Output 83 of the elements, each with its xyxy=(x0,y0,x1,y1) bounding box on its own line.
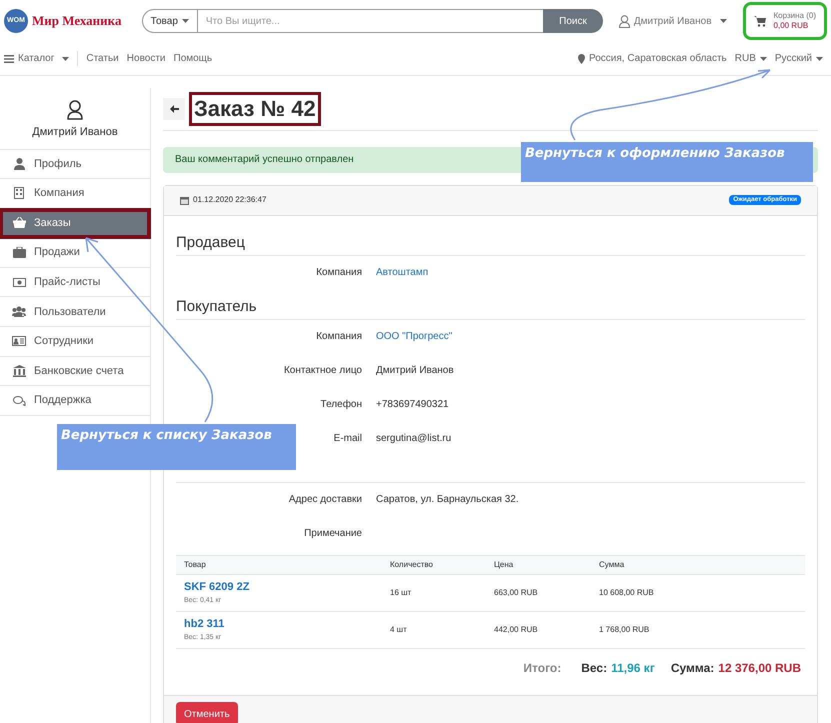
search-field[interactable]: Что Вы ищите... xyxy=(198,9,544,33)
cancel-button[interactable]: Отменить xyxy=(176,702,238,723)
field-value: Саратов, ул. Барнаульская 32. xyxy=(376,493,519,507)
field-label: Адрес доставки xyxy=(288,494,362,505)
field-link[interactable]: Автоштамп xyxy=(376,265,428,280)
caret-icon xyxy=(720,19,727,23)
annotation-callout: Вернуться к оформлению Заказов xyxy=(521,142,813,182)
field-value: +783697490321 xyxy=(376,398,449,412)
nav-link[interactable]: Статьи xyxy=(86,51,119,66)
table-cell: 663,00 RUB xyxy=(494,588,538,596)
table-cell: 1 768,00 RUB xyxy=(599,624,650,634)
field-label: Компания xyxy=(316,331,362,342)
logo-text: Мир Механика xyxy=(32,12,122,30)
field-link[interactable]: ООО "Прогресс" xyxy=(376,329,452,344)
nav-link[interactable]: Помощь xyxy=(174,51,212,66)
table-cell: 16 шт xyxy=(390,588,412,596)
caret-icon xyxy=(182,19,189,23)
field-value: Дмитрий Иванов xyxy=(376,364,454,378)
user-menu[interactable]: Дмитрий Иванов xyxy=(618,14,727,28)
back-button[interactable] xyxy=(163,98,185,120)
id-card-icon xyxy=(12,336,26,346)
chat-icon xyxy=(12,396,26,406)
building-icon xyxy=(14,187,24,200)
sidebar-item[interactable]: Поддержка xyxy=(0,386,150,416)
banknote-icon xyxy=(12,278,26,287)
catalog-menu[interactable]: Каталог xyxy=(4,51,78,66)
back-arrow-icon xyxy=(170,104,178,113)
field-label: Примечание xyxy=(304,528,362,539)
totals-label: Итого: xyxy=(523,660,562,676)
weight-label: Вес: xyxy=(581,660,608,676)
person-icon xyxy=(14,158,24,170)
product-link[interactable]: SKF 6209 2Z xyxy=(184,579,250,596)
sidebar-item[interactable]: Прайс-листы xyxy=(0,268,150,298)
section-heading: Продавец xyxy=(176,234,245,250)
sidebar-item[interactable]: Сотрудники xyxy=(0,327,150,357)
cart-button[interactable]: Корзина (0) 0,00 RUB xyxy=(742,2,827,40)
sidebar-item[interactable]: Заказы xyxy=(0,208,150,238)
field-value: sergutina@list.ru xyxy=(376,432,452,446)
table-cell: 4 шт xyxy=(390,624,407,634)
cart-label: Корзина (0) xyxy=(774,11,816,21)
total-sum: 12 376,00 RUB xyxy=(718,660,801,676)
sidebar-item[interactable]: Профиль xyxy=(0,150,150,180)
field-label: Контактное лицо xyxy=(284,365,362,376)
search-button[interactable]: Поиск xyxy=(543,9,603,33)
basket-icon xyxy=(12,217,26,228)
field-label: Компания xyxy=(316,267,362,278)
order-title: Заказ № 42 xyxy=(189,92,321,126)
column-header: Товар xyxy=(184,558,207,570)
column-header: Количество xyxy=(390,558,434,570)
currency-dropdown[interactable]: RUB xyxy=(734,51,767,66)
cart-total: 0,00 RUB xyxy=(774,21,808,31)
location-selector[interactable]: Россия, Саратовская область xyxy=(578,51,727,66)
column-header: Цена xyxy=(494,558,514,570)
sidebar-item[interactable]: Пользователи xyxy=(0,297,150,328)
sum-label: Сумма: xyxy=(670,660,714,676)
briefcase-icon xyxy=(12,247,26,258)
field-label: Телефон xyxy=(320,399,362,410)
user-icon xyxy=(618,14,630,28)
sidebar-item[interactable]: Продажи xyxy=(0,238,150,268)
users-icon xyxy=(12,306,26,318)
order-date: 01.12.2020 22:36:47 xyxy=(193,194,266,206)
annotation-callout: Вернуться к списку Заказов xyxy=(57,424,296,470)
caret-icon xyxy=(760,56,767,60)
sidebar-item[interactable]: Банковские счета xyxy=(0,356,150,386)
table-cell: 442,00 RUB xyxy=(494,624,538,634)
bank-icon xyxy=(12,364,26,377)
column-header: Сумма xyxy=(599,558,626,570)
section-heading: Покупатель xyxy=(176,298,257,314)
caret-icon xyxy=(816,56,823,60)
nav-link[interactable]: Новости xyxy=(126,51,166,66)
pin-icon xyxy=(578,54,585,64)
caret-icon xyxy=(62,56,70,60)
list-icon xyxy=(4,54,14,62)
field-label: E-mail xyxy=(334,433,362,444)
table-cell: 10 608,00 RUB xyxy=(599,588,654,596)
category-dropdown[interactable]: Товар xyxy=(142,9,198,33)
total-weight: 11,96 кг xyxy=(611,660,655,676)
sidebar-user-name: Дмитрий Иванов xyxy=(32,125,118,140)
product-link[interactable]: hb2 311 xyxy=(184,616,224,632)
language-dropdown[interactable]: Русский xyxy=(774,51,823,66)
cart-icon xyxy=(754,16,766,26)
user-icon xyxy=(67,100,83,120)
calendar-icon xyxy=(180,196,189,204)
